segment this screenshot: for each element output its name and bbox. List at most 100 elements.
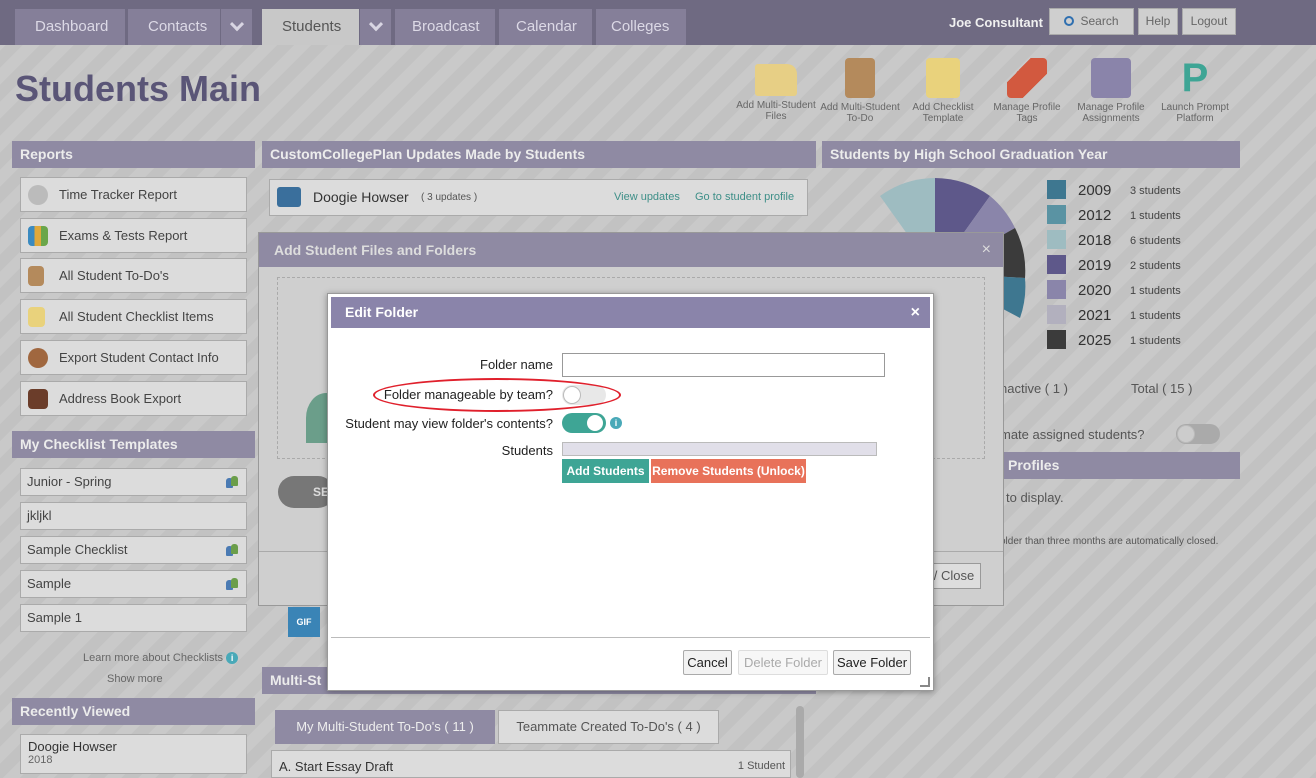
checklist-item[interactable]: jkljkl xyxy=(20,502,247,530)
toggle-knob xyxy=(586,414,604,432)
reports-header: Reports xyxy=(12,141,255,168)
tab-contacts[interactable]: Contacts xyxy=(128,9,252,45)
contacts-dropdown[interactable] xyxy=(220,9,252,45)
cancel-button[interactable]: Cancel xyxy=(683,650,732,675)
paperclip-icon xyxy=(1091,58,1131,98)
chevron-down-icon xyxy=(368,17,383,32)
export-student-contact-info[interactable]: Export Student Contact Info xyxy=(20,340,247,375)
todo-row[interactable]: A. Start Essay Draft 1 Student xyxy=(271,750,791,778)
tab-calendar[interactable]: Calendar xyxy=(499,9,592,45)
toggle-knob xyxy=(1177,425,1195,443)
report-label: Address Book Export xyxy=(59,391,182,406)
show-more-link[interactable]: Show more xyxy=(107,673,163,685)
recent-year: 2018 xyxy=(28,754,53,766)
profiles-note: older than three months are automaticall… xyxy=(1000,536,1219,547)
all-student-todos[interactable]: All Student To-Do's xyxy=(20,258,247,293)
add-checklist-template-button[interactable]: Add Checklist Template xyxy=(900,58,986,124)
folder-icon xyxy=(755,64,797,96)
legend-year: 2012 xyxy=(1078,207,1112,224)
teammate-toggle[interactable] xyxy=(1176,424,1220,444)
checklists-header: My Checklist Templates xyxy=(12,431,255,458)
legend-swatch-2025 xyxy=(1047,330,1066,349)
add-students-button[interactable]: Add Students xyxy=(562,459,649,483)
recent-header: Recently Viewed xyxy=(12,698,255,725)
report-label: Exams & Tests Report xyxy=(59,228,188,243)
students-list[interactable] xyxy=(562,442,877,456)
chevron-down-icon xyxy=(229,17,244,32)
view-contents-toggle[interactable] xyxy=(562,413,606,433)
total-count[interactable]: Total ( 15 ) xyxy=(1131,381,1192,396)
tab-students[interactable]: Students xyxy=(262,9,391,45)
legend-count: 2 students xyxy=(1130,260,1181,272)
page-title: Students Main xyxy=(15,68,262,109)
exams-tests-report[interactable]: Exams & Tests Report xyxy=(20,218,247,253)
checklist-item[interactable]: Sample xyxy=(20,570,247,598)
tab-colleges[interactable]: Colleges xyxy=(596,9,686,45)
user-name[interactable]: Joe Consultant xyxy=(949,15,1043,30)
remove-students-button[interactable]: Remove Students (Unlock) xyxy=(651,459,806,483)
legend-count: 6 students xyxy=(1130,235,1181,247)
action-label: Manage Profile Tags xyxy=(993,102,1061,124)
tab-my-multi-todos[interactable]: My Multi-Student To-Do's ( 11 ) xyxy=(275,710,495,744)
legend-swatch-2018 xyxy=(1047,230,1066,249)
goto-profile-link[interactable]: Go to student profile xyxy=(695,191,794,203)
tab-dashboard[interactable]: Dashboard xyxy=(15,9,125,45)
legend-count: 1 students xyxy=(1130,285,1181,297)
tab-students-label: Students xyxy=(282,18,342,35)
legend-count: 1 students xyxy=(1130,310,1181,322)
people-icon xyxy=(28,348,48,368)
learn-more-checklists[interactable]: Learn more about Checklists i xyxy=(83,652,239,664)
checklist-item[interactable]: Sample 1 xyxy=(20,604,247,632)
all-student-checklist-items[interactable]: All Student Checklist Items xyxy=(20,299,247,334)
help-button[interactable]: Help xyxy=(1138,8,1178,35)
edit-folder-title: Edit Folder xyxy=(345,304,419,320)
students-dropdown[interactable] xyxy=(359,9,391,45)
save-folder-button[interactable]: Save Folder xyxy=(833,650,911,675)
legend-swatch-2021 xyxy=(1047,305,1066,324)
checklist-item[interactable]: Junior - Spring xyxy=(20,468,247,496)
manage-profile-tags-button[interactable]: Manage Profile Tags xyxy=(984,58,1070,124)
search-label: Search xyxy=(1080,14,1119,28)
search-icon xyxy=(1064,16,1075,26)
update-row: Doogie Howser ( 3 updates ) View updates… xyxy=(269,179,808,216)
address-book-export[interactable]: Address Book Export xyxy=(20,381,247,416)
launch-prompt-platform-button[interactable]: P Launch Prompt Platform xyxy=(1152,58,1238,124)
search-button[interactable]: Search xyxy=(1049,8,1134,35)
close-icon[interactable]: × xyxy=(982,241,991,259)
tab-broadcast[interactable]: Broadcast xyxy=(395,9,495,45)
profiles-empty: to display. xyxy=(1006,490,1064,505)
clipboard-icon xyxy=(28,266,44,286)
notepad-icon xyxy=(926,58,960,98)
action-label: Add Multi-Student Files xyxy=(736,100,816,122)
add-multi-student-todo-button[interactable]: Add Multi-Student To-Do xyxy=(817,58,903,124)
checklist-label: Junior - Spring xyxy=(27,474,112,489)
legend-year: 2021 xyxy=(1078,307,1112,324)
manage-profile-assignments-button[interactable]: Manage Profile Assignments xyxy=(1068,58,1154,124)
time-tracker-report[interactable]: Time Tracker Report xyxy=(20,177,247,212)
profiles-header: Profiles xyxy=(1000,452,1240,479)
tab-teammate-todos[interactable]: Teammate Created To-Do's ( 4 ) xyxy=(498,710,719,744)
checklist-item[interactable]: Sample Checklist xyxy=(20,536,247,564)
close-icon[interactable]: × xyxy=(911,297,920,328)
logout-button[interactable]: Logout xyxy=(1182,8,1236,35)
update-student-name: Doogie Howser xyxy=(313,189,409,205)
select-files-button[interactable]: SE xyxy=(278,476,334,508)
view-updates-link[interactable]: View updates xyxy=(614,191,680,203)
info-icon[interactable]: i xyxy=(610,417,622,429)
legend-swatch-2009 xyxy=(1047,180,1066,199)
top-nav: Dashboard Contacts Students Broadcast Ca… xyxy=(0,0,1316,45)
recent-item[interactable]: Doogie Howser 2018 xyxy=(20,734,247,774)
folder-name-input[interactable] xyxy=(562,353,885,377)
student-update-icon xyxy=(277,187,301,207)
resize-handle[interactable] xyxy=(920,677,930,687)
done-close-button[interactable]: / Close xyxy=(927,563,981,589)
todo-title: A. Start Essay Draft xyxy=(279,759,394,774)
add-multi-student-files-button[interactable]: Add Multi-Student Files xyxy=(733,58,819,122)
team-icon xyxy=(226,544,238,556)
inactive-count[interactable]: nactive ( 1 ) xyxy=(1000,381,1068,396)
scrollbar[interactable] xyxy=(796,706,804,778)
report-label: Time Tracker Report xyxy=(59,187,177,202)
stopwatch-icon xyxy=(28,185,48,205)
delete-folder-button[interactable]: Delete Folder xyxy=(738,650,828,675)
legend-count: 1 students xyxy=(1130,335,1181,347)
